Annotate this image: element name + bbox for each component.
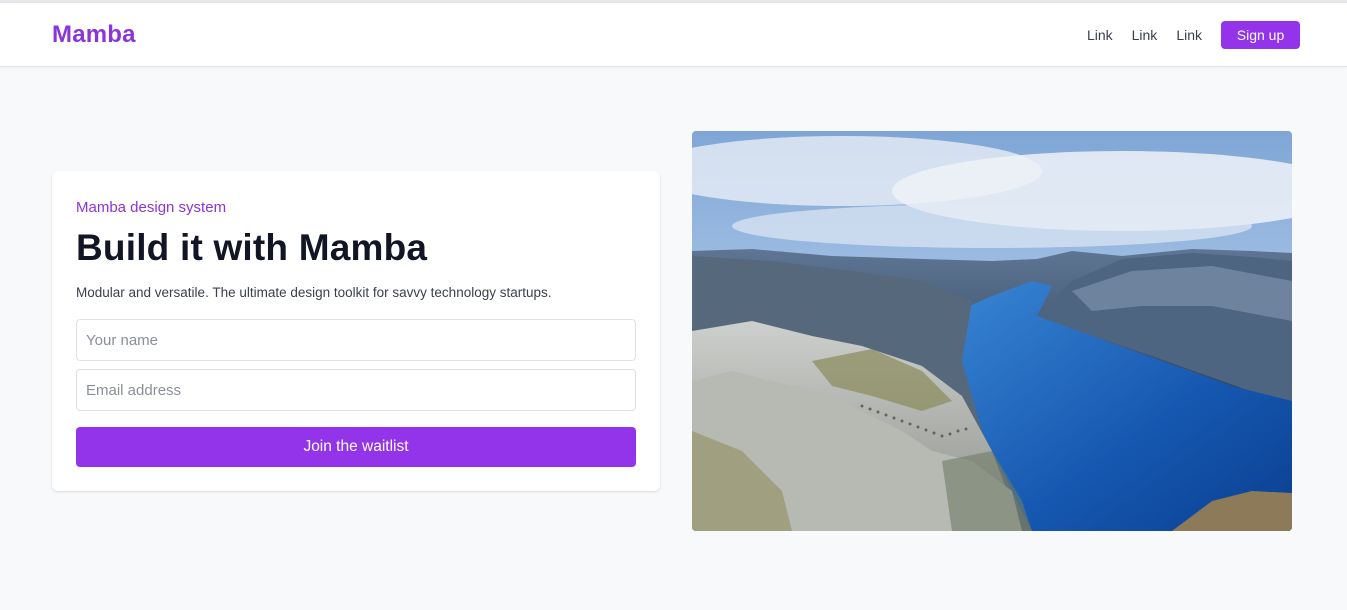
waitlist-card: Mamba design system Build it with Mamba … <box>52 171 660 491</box>
hero-subtitle: Modular and versatile. The ultimate desi… <box>76 285 552 300</box>
signup-button[interactable]: Sign up <box>1221 21 1300 49</box>
name-input[interactable] <box>76 319 636 361</box>
nav-links: Link Link Link Sign up <box>1087 21 1300 49</box>
nav-link-2[interactable]: Link <box>1132 27 1158 43</box>
brand-logo[interactable]: Mamba <box>52 21 136 49</box>
join-waitlist-button[interactable]: Join the waitlist <box>76 427 636 467</box>
nav-link-1[interactable]: Link <box>1087 27 1113 43</box>
navbar: Mamba Link Link Link Sign up <box>0 3 1347 67</box>
landscape-photo-icon <box>692 131 1292 531</box>
page-title: Build it with Mamba <box>76 227 428 268</box>
hero-image <box>692 131 1292 531</box>
nav-link-3[interactable]: Link <box>1176 27 1202 43</box>
email-input[interactable] <box>76 369 636 411</box>
eyebrow-text: Mamba design system <box>76 199 227 216</box>
